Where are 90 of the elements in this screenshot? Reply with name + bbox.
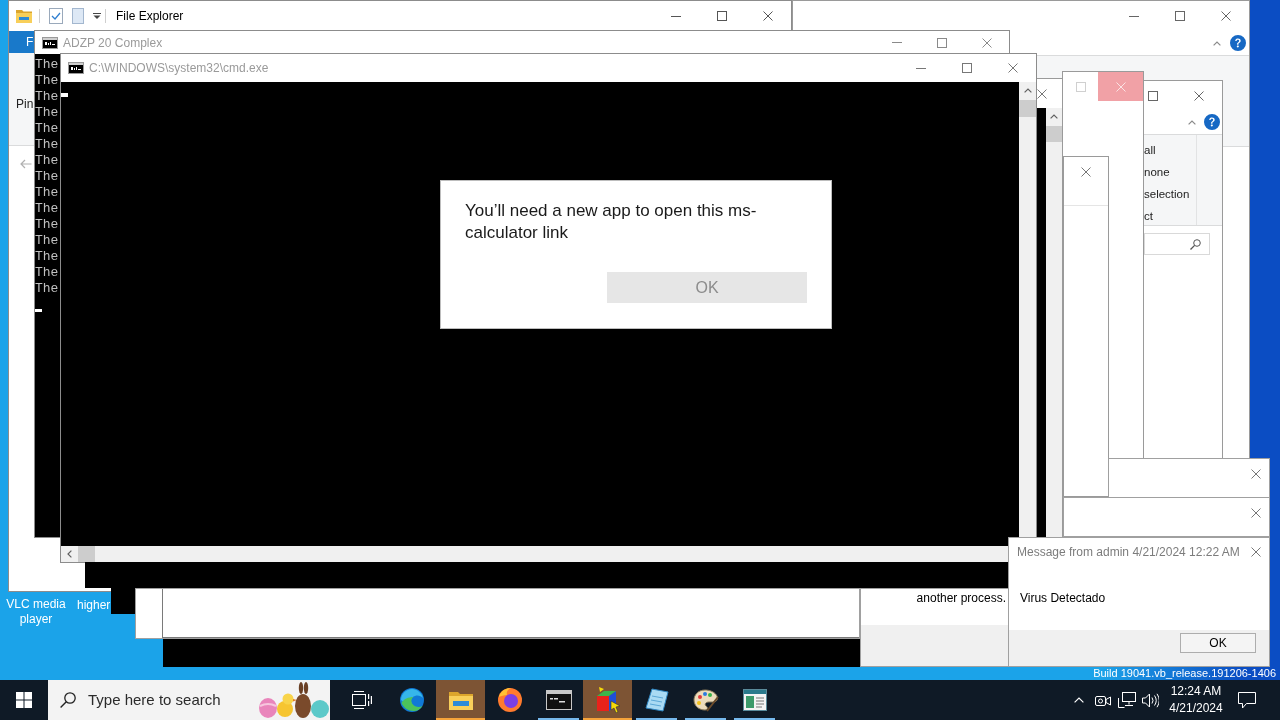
task-view-icon — [351, 691, 372, 709]
ribbon-command[interactable]: selection — [1144, 183, 1190, 205]
close-icon — [1194, 90, 1204, 101]
chevron-up-icon — [1023, 88, 1032, 93]
minimize-icon — [891, 42, 902, 43]
console-line: The — [35, 137, 59, 153]
cube-icon — [594, 687, 621, 713]
scrollbar-thumb[interactable] — [1019, 100, 1036, 117]
maximize-icon — [1175, 11, 1185, 21]
volume-icon — [1142, 692, 1159, 708]
caret-up-icon[interactable] — [1188, 119, 1196, 125]
minimize-icon — [916, 67, 926, 69]
minimize-icon — [1129, 15, 1139, 17]
close-icon — [1115, 81, 1126, 92]
window-panes-icon — [16, 692, 32, 708]
clock-button[interactable]: 12:24 AM 4/21/2024 — [1162, 680, 1230, 720]
dialog-text: another process. — [916, 590, 1006, 606]
maximize-icon — [1076, 81, 1086, 92]
chevron-left-icon — [67, 550, 72, 558]
close-icon — [1251, 469, 1261, 479]
network-icon — [1118, 692, 1136, 708]
build-info-text: Build 19041.vb_release.191206-1406 — [1093, 667, 1276, 680]
folder-icon — [448, 690, 473, 710]
console-line: The — [35, 233, 59, 249]
maximize-icon — [1148, 90, 1158, 101]
search-icon — [60, 692, 76, 708]
search-field[interactable]: Type here to search — [88, 688, 248, 712]
close-icon — [1221, 11, 1231, 21]
close-icon — [1037, 88, 1047, 99]
notepad-icon — [644, 688, 669, 712]
caret-up-icon[interactable] — [1213, 40, 1221, 46]
console-icon — [42, 36, 58, 49]
minimize-icon — [671, 15, 681, 17]
notification-icon — [1238, 691, 1256, 709]
close-icon — [1008, 63, 1018, 73]
ribbon-command[interactable]: Pin — [16, 97, 34, 112]
chevron-up-icon — [1050, 113, 1058, 119]
console-line: The — [35, 153, 59, 169]
search-field[interactable] — [1144, 233, 1210, 255]
ribbon-command[interactable]: ct — [1144, 205, 1153, 227]
maximize-icon — [717, 11, 727, 21]
folder-icon[interactable] — [16, 9, 32, 23]
dialog-message: You’ll need a new app to open this ms-calculator link — [465, 200, 758, 244]
close-icon — [981, 37, 992, 48]
document-check-icon[interactable] — [49, 8, 63, 24]
palette-icon — [692, 688, 719, 712]
ok-button[interactable]: OK — [1180, 633, 1256, 653]
console-line: The — [35, 73, 59, 89]
chevron-up-icon — [1074, 697, 1084, 703]
console-icon — [68, 62, 84, 74]
terminal-icon — [545, 690, 572, 710]
console-line: The — [35, 249, 59, 265]
console-line: The — [35, 105, 59, 121]
flame-logo-icon — [497, 688, 522, 712]
dialog-title: Message from admin 4/21/2024 12:22 AM — [1017, 544, 1240, 561]
dropdown-caret-icon[interactable] — [93, 13, 101, 19]
maximize-icon — [962, 63, 972, 73]
window-icon — [742, 689, 767, 711]
search-icon — [1190, 238, 1201, 250]
window-title: C:\WINDOWS\system32\cmd.exe — [89, 60, 269, 77]
close-icon — [763, 11, 773, 21]
help-icon[interactable] — [1230, 35, 1246, 51]
console-line: The — [35, 57, 59, 73]
cursor-icon — [35, 309, 42, 312]
scrollbar-thumb[interactable] — [1046, 126, 1062, 142]
console-line: The — [35, 217, 59, 233]
console-line: The — [35, 121, 59, 137]
console-line: The — [35, 201, 59, 217]
help-icon[interactable] — [1204, 114, 1220, 130]
ribbon-command[interactable]: all — [1144, 139, 1156, 161]
search-bar[interactable]: Type here to search — [48, 680, 330, 720]
window-title: ADZP 20 Complex — [63, 34, 163, 52]
wave-logo-icon — [399, 688, 424, 712]
easter-eggs-icon — [258, 682, 330, 718]
ribbon-command[interactable]: none — [1144, 161, 1170, 183]
console-line: The — [35, 265, 59, 281]
close-icon — [1081, 167, 1091, 177]
back-arrow-icon[interactable] — [20, 159, 32, 169]
console-line: The — [35, 185, 59, 201]
camera-icon — [1095, 693, 1111, 707]
close-icon — [1251, 508, 1261, 518]
console-line: The — [35, 89, 59, 105]
console-line: The — [35, 281, 59, 297]
console-line: The — [35, 169, 59, 185]
scrollbar-thumb[interactable] — [78, 546, 95, 562]
file-tab[interactable]: F — [9, 31, 35, 53]
maximize-icon — [936, 37, 947, 48]
window-title: File Explorer — [116, 8, 184, 25]
dialog-message: Virus Detectado — [1020, 590, 1106, 607]
close-icon — [1251, 547, 1261, 557]
